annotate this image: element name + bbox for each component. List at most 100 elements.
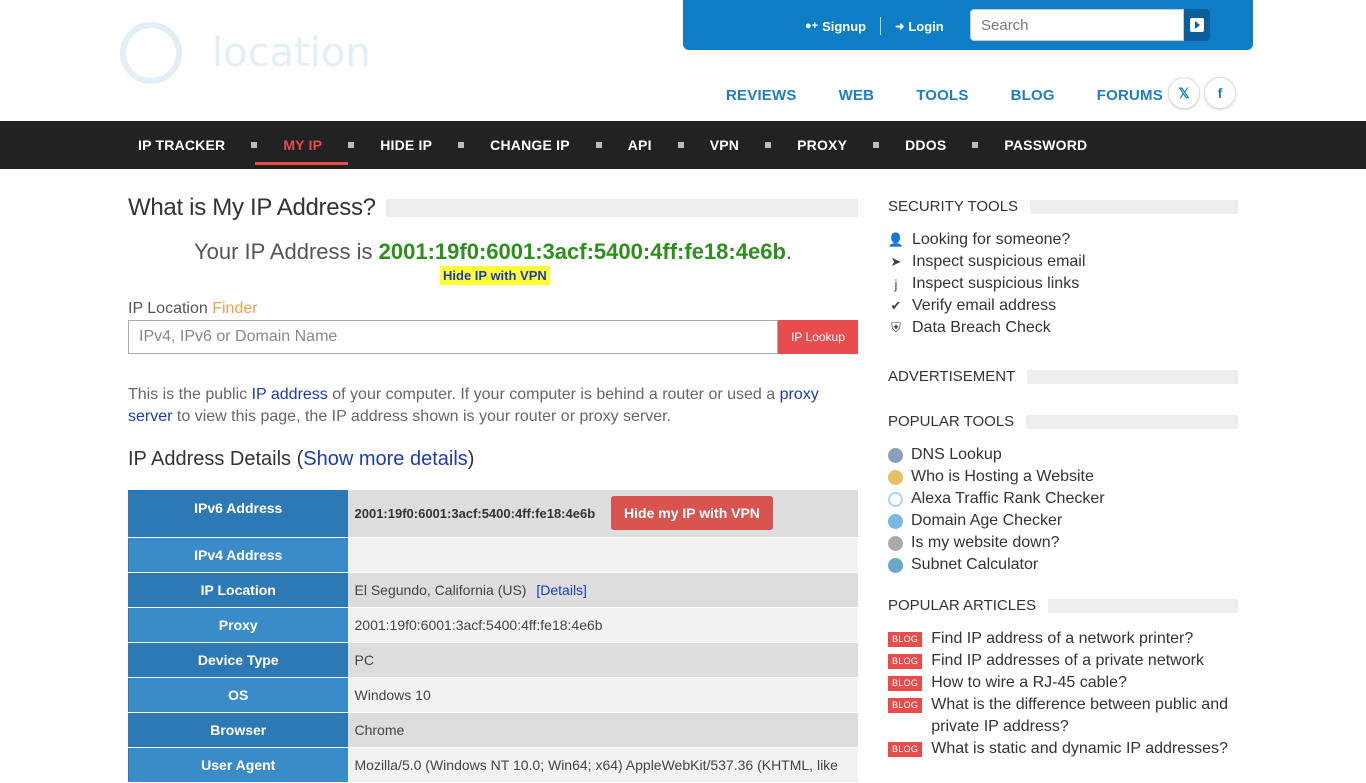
nav-separator <box>873 142 880 148</box>
site-logo[interactable]: location <box>120 22 371 84</box>
list-item[interactable]: BLOG What is the difference between publi… <box>888 694 1238 738</box>
location-details-link[interactable]: [Details] <box>536 582 587 598</box>
list-item[interactable]: ➤ Inspect suspicious email <box>888 251 1086 273</box>
nav-vpn[interactable]: VPN <box>710 121 739 169</box>
nav-separator <box>972 142 979 148</box>
popular-articles-title: POPULAR ARTICLES <box>888 597 1037 614</box>
article-link[interactable]: What is static and dynamic IP addresses? <box>931 738 1228 760</box>
search-box <box>970 9 1210 41</box>
list-item[interactable]: BLOG How to wire a RJ-45 cable? <box>888 672 1238 694</box>
logo-text: location <box>212 30 371 76</box>
nav-password[interactable]: PASSWORD <box>1004 121 1087 169</box>
search-go-icon <box>1190 18 1204 32</box>
ring-icon <box>888 491 903 507</box>
hook-icon: ϳ <box>894 276 898 292</box>
table-row: OS Windows 10 <box>128 677 858 713</box>
blog-badge: BLOG <box>888 742 923 757</box>
nav-proxy[interactable]: PROXY <box>797 121 847 169</box>
signup-link[interactable]: Signup <box>822 19 866 34</box>
auth-separator <box>880 17 882 35</box>
nav-ddos[interactable]: DDOS <box>905 121 946 169</box>
list-item[interactable]: Who is Hosting a Website <box>888 466 1105 488</box>
list-item[interactable]: BLOG Find IP addresses of a private netwo… <box>888 650 1238 672</box>
page-title-row: What is My IP Address? <box>128 194 858 222</box>
sub-navigation: REVIEWS WEB TOOLS BLOG FORUMS <box>726 87 1205 104</box>
ip-description: This is the public IP address of your co… <box>128 384 858 428</box>
ip-lookup-input[interactable] <box>128 320 778 354</box>
table-row: IPv6 Address 2001:19f0:6001:3acf:5400:4f… <box>128 490 858 538</box>
article-link[interactable]: How to wire a RJ-45 cable? <box>931 672 1127 694</box>
list-item-label: Domain Age Checker <box>911 512 1063 529</box>
popular-articles-heading: POPULAR ARTICLES <box>888 597 1238 614</box>
security-tools-heading: SECURITY TOOLS <box>888 198 1238 215</box>
article-link[interactable]: What is the difference between public an… <box>931 694 1238 738</box>
device-type-label: Device Type <box>128 642 348 678</box>
ipv4-value <box>347 537 858 573</box>
list-item[interactable]: DNS Lookup <box>888 444 1105 466</box>
list-item[interactable]: ✔ Verify email address <box>888 295 1085 317</box>
user-agent-value: Mozilla/5.0 (Windows NT 10.0; Win64; x64… <box>347 747 858 783</box>
subnav-tools[interactable]: TOOLS <box>916 87 968 104</box>
list-item[interactable]: BLOG What is static and dynamic IP addres… <box>888 738 1238 760</box>
ipv6-label: IPv6 Address <box>128 490 348 538</box>
social-twitter[interactable]: 𝕏 <box>1168 77 1200 109</box>
browser-value: Chrome <box>347 712 858 748</box>
heading-divider <box>1048 598 1238 613</box>
details-close: ) <box>467 448 475 470</box>
server-icon <box>888 469 903 485</box>
blog-badge: BLOG <box>888 632 923 647</box>
subnav-forums[interactable]: FORUMS <box>1097 87 1163 104</box>
ip-address-link[interactable]: IP address <box>252 386 328 403</box>
list-item[interactable]: Is my website down? <box>888 532 1105 554</box>
list-item[interactable]: Domain Age Checker <box>888 510 1105 532</box>
list-item[interactable]: Subnet Calculator <box>888 554 1105 576</box>
heading-divider <box>1030 199 1238 214</box>
list-item[interactable]: BLOG Find IP address of a network printer… <box>888 628 1238 650</box>
social-facebook[interactable]: f <box>1204 77 1236 109</box>
top-bar: ●+ Signup ➜ Login <box>683 0 1253 50</box>
heading-divider <box>1027 369 1238 384</box>
page-title: What is My IP Address? <box>128 194 376 221</box>
list-item[interactable]: Alexa Traffic Rank Checker <box>888 488 1105 510</box>
ipv4-label: IPv4 Address <box>128 537 348 573</box>
desc-text: This is the public <box>128 386 252 403</box>
popular-tools-heading: POPULAR TOOLS <box>888 413 1238 430</box>
nav-change-ip[interactable]: CHANGE IP <box>490 121 570 169</box>
security-tools-list: 👤 Looking for someone? ➤ Inspect suspiciou… <box>888 229 1086 339</box>
ip-lookup-button[interactable]: IP Lookup <box>778 320 858 354</box>
your-ip-line: Your IP Address is 2001:19f0:6001:3acf:5… <box>128 239 858 265</box>
advertisement-title: ADVERTISEMENT <box>888 368 1016 385</box>
hide-my-ip-vpn-button[interactable]: Hide my IP with VPN <box>611 496 773 531</box>
popular-tools-title: POPULAR TOOLS <box>888 413 1015 430</box>
list-item[interactable]: ⛨ Data Breach Check <box>888 317 1085 339</box>
list-item-label: Alexa Traffic Rank Checker <box>911 490 1105 507</box>
subnav-blog[interactable]: BLOG <box>1011 87 1055 104</box>
nav-api[interactable]: API <box>628 121 652 169</box>
article-link[interactable]: Find IP address of a network printer? <box>931 628 1193 650</box>
popular-articles-list: BLOG Find IP address of a network printer… <box>888 628 1238 760</box>
shield-icon: ⛨ <box>891 320 901 335</box>
hide-ip-vpn-link[interactable]: Hide IP with VPN <box>440 266 550 285</box>
subnav-web[interactable]: WEB <box>839 87 875 104</box>
list-item-label: Subnet Calculator <box>911 556 1039 573</box>
login-link[interactable]: Login <box>908 19 943 34</box>
nav-ip-tracker[interactable]: IP TRACKER <box>138 121 225 169</box>
details-heading: IP Address Details (Show more details) <box>128 448 474 471</box>
show-more-details-link[interactable]: Show more details <box>303 448 468 470</box>
advertisement-heading: ADVERTISEMENT <box>888 368 1238 385</box>
search-button[interactable] <box>1184 9 1210 41</box>
list-item[interactable]: ϳ Inspect suspicious links <box>888 273 1085 295</box>
ip-details-table: IPv6 Address 2001:19f0:6001:3acf:5400:4f… <box>128 490 858 783</box>
finder-label: IP Location Finder <box>128 300 258 318</box>
list-item[interactable]: 👤 Looking for someone? <box>888 229 1085 251</box>
ipv6-value: 2001:19f0:6001:3acf:5400:4ff:fe18:4e6b <box>354 506 596 522</box>
nav-my-ip[interactable]: MY IP <box>255 121 348 169</box>
subnav-reviews[interactable]: REVIEWS <box>726 87 797 104</box>
search-input[interactable] <box>970 9 1184 41</box>
heading-divider <box>1026 414 1238 429</box>
nav-hide-ip[interactable]: HIDE IP <box>380 121 432 169</box>
blog-badge: BLOG <box>888 698 923 713</box>
os-value: Windows 10 <box>347 677 858 713</box>
check-icon: ✔ <box>890 298 902 313</box>
article-link[interactable]: Find IP addresses of a private network <box>931 650 1204 672</box>
